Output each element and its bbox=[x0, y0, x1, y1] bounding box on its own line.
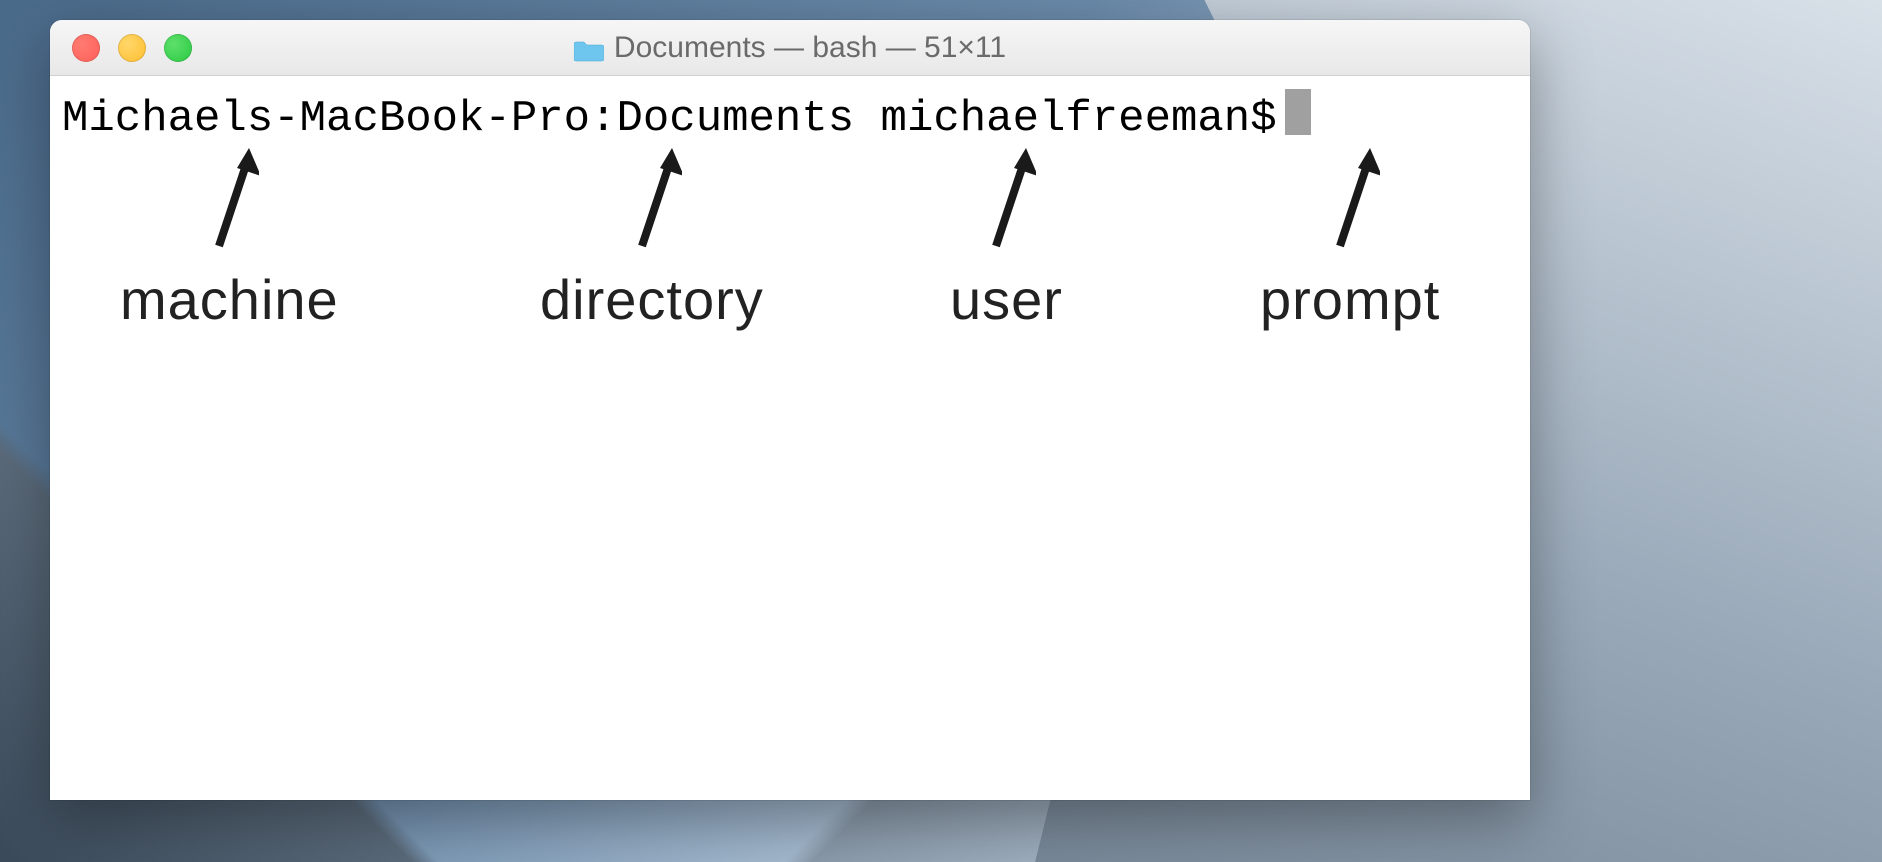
window-title-text: Documents — bash — 51×11 bbox=[614, 31, 1006, 65]
terminal-body[interactable]: Michaels-MacBook-Pro:Documents michaelfr… bbox=[50, 76, 1530, 800]
prompt-machine: Michaels-MacBook-Pro bbox=[62, 93, 590, 146]
close-button[interactable] bbox=[72, 34, 100, 62]
prompt-symbol: $ bbox=[1250, 93, 1276, 146]
annotation-machine-label: machine bbox=[120, 266, 339, 333]
minimize-button[interactable] bbox=[118, 34, 146, 62]
prompt-line: Michaels-MacBook-Pro:Documents michaelfr… bbox=[62, 84, 1518, 146]
arrow-icon bbox=[976, 146, 1036, 266]
annotation-directory: directory bbox=[540, 146, 764, 333]
prompt-user: michaelfreeman bbox=[881, 93, 1251, 146]
arrow-icon bbox=[1320, 146, 1380, 266]
annotation-machine: machine bbox=[120, 146, 339, 333]
arrow-icon bbox=[199, 146, 259, 266]
zoom-button[interactable] bbox=[164, 34, 192, 62]
prompt-directory: Documents bbox=[617, 93, 855, 146]
window-title: Documents — bash — 51×11 bbox=[574, 31, 1006, 65]
folder-icon bbox=[574, 36, 604, 60]
annotation-user: user bbox=[950, 146, 1063, 333]
annotation-prompt-label: prompt bbox=[1260, 266, 1440, 333]
traffic-lights bbox=[50, 34, 192, 62]
cursor bbox=[1285, 89, 1311, 135]
annotation-prompt: prompt bbox=[1260, 146, 1440, 333]
prompt-separator: : bbox=[590, 93, 616, 146]
titlebar[interactable]: Documents — bash — 51×11 bbox=[50, 20, 1530, 76]
annotation-directory-label: directory bbox=[540, 266, 764, 333]
annotation-user-label: user bbox=[950, 266, 1063, 333]
arrow-icon bbox=[622, 146, 682, 266]
terminal-window: Documents — bash — 51×11 Michaels-MacBoo… bbox=[50, 20, 1530, 800]
